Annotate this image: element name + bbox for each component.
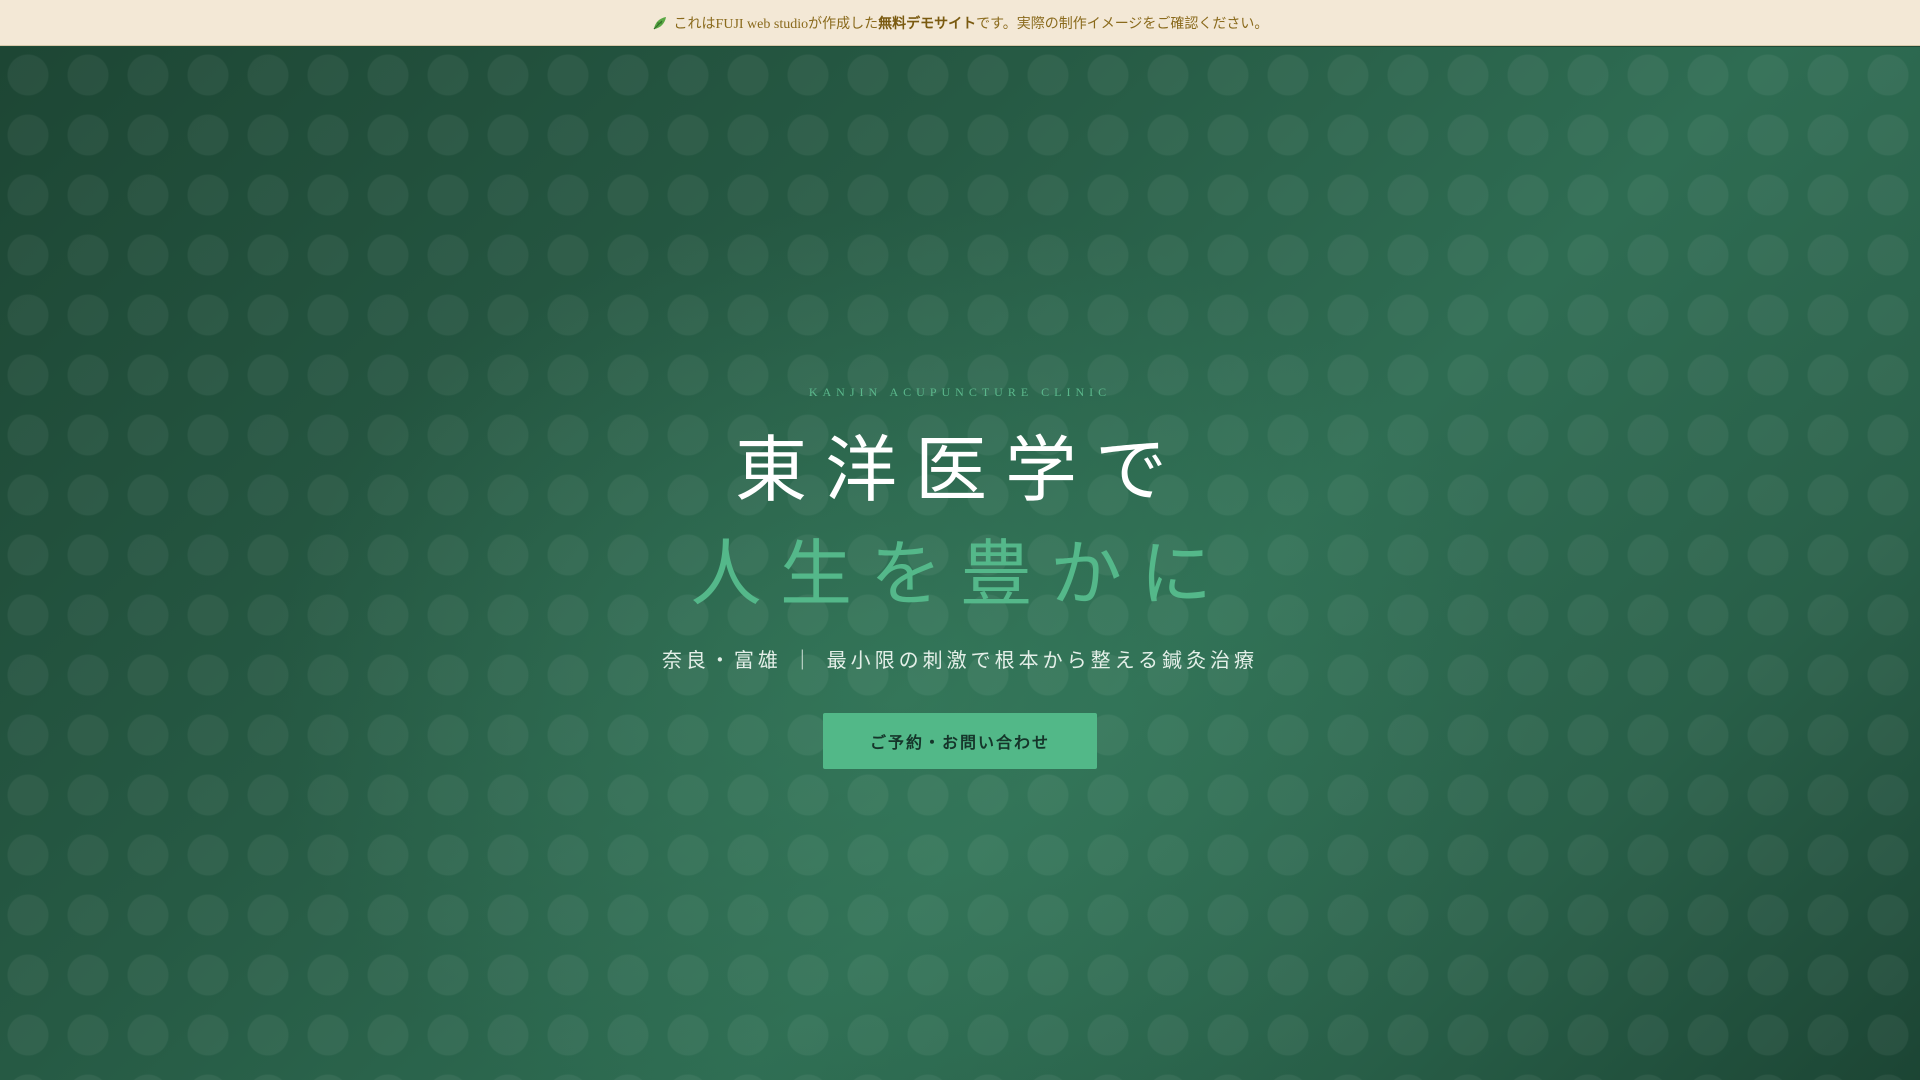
hero-subtitle: 奈良・富雄 ｜ 最小限の刺激で根本から整える鍼灸治療 xyxy=(661,648,1259,672)
leaf-icon xyxy=(652,15,668,31)
hero-content: KANJIN ACUPUNCTURE CLINIC 東洋医学で 人生を豊かに 奈… xyxy=(0,47,1920,1080)
banner-text-after: です。実際の制作イメージをご確認ください。 xyxy=(976,16,1269,32)
hero-section: KANJIN ACUPUNCTURE CLINIC 東洋医学で 人生を豊かに 奈… xyxy=(0,47,1920,1080)
reservation-contact-button[interactable]: ご予約・お問い合わせ xyxy=(823,713,1097,769)
banner-text-before: これはFUJI web studioが作成した xyxy=(673,16,879,32)
hero-title-line-2: 人生を豊かに xyxy=(689,532,1230,616)
clinic-eyebrow-label: KANJIN ACUPUNCTURE CLINIC xyxy=(808,385,1112,399)
hero-title-line-1: 東洋医学で xyxy=(734,428,1185,512)
demo-site-banner: これはFUJI web studioが作成した 無料デモサイト です。実際の制作イメ… xyxy=(0,0,1920,46)
banner-text-strong: 無料デモサイト xyxy=(878,16,977,32)
